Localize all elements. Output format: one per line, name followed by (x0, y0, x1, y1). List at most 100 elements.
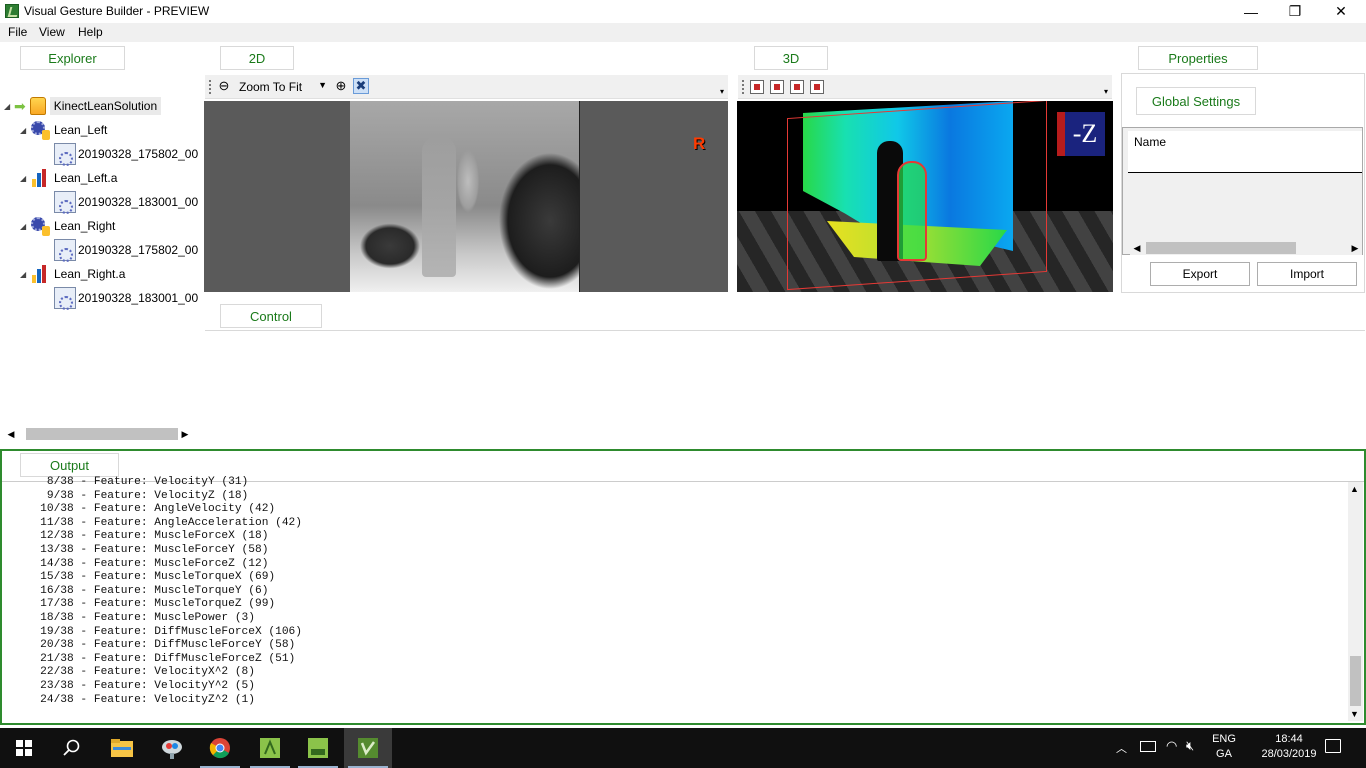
toolbar-overflow-icon[interactable]: ▾ (720, 87, 724, 96)
minimize-button[interactable]: — (1228, 0, 1274, 23)
language-label: ENG (1212, 733, 1236, 745)
global-settings-button[interactable]: Global Settings (1136, 87, 1256, 115)
scroll-thumb[interactable] (26, 428, 178, 440)
expand-icon[interactable]: ◢ (20, 270, 30, 279)
expand-icon[interactable]: ◢ (20, 222, 30, 231)
fit-to-window-icon[interactable]: ✖ (353, 78, 369, 94)
language-indicator[interactable]: ENG GA (1206, 733, 1242, 760)
gesture-tool-icon[interactable] (246, 728, 294, 768)
menu-view[interactable]: View (39, 25, 65, 39)
axis-cube[interactable]: -Z (1057, 112, 1105, 156)
output-line: 21/38 - Feature: DiffMuscleForceZ (51) (20, 652, 296, 665)
close-button[interactable]: ✕ (1318, 0, 1364, 23)
start-icon[interactable] (0, 728, 48, 768)
scroll-left-icon[interactable]: ◀ (1130, 243, 1144, 254)
tree-node-project[interactable]: ◢ Lean_Right (0, 214, 200, 238)
side-view-icon[interactable] (790, 80, 804, 94)
toolbar-grip-icon[interactable] (742, 80, 745, 94)
property-grid-header: Name (1128, 131, 1362, 153)
window-title: Visual Gesture Builder - PREVIEW (24, 4, 210, 18)
visual-gesture-builder-icon[interactable] (344, 728, 392, 768)
tree-node-project[interactable]: ◢ Lean_Left.a (0, 166, 200, 190)
scroll-left-icon[interactable]: ◀ (4, 429, 18, 440)
tree-node-project[interactable]: ◢ Lean_Left (0, 118, 200, 142)
expand-icon[interactable]: ◢ (4, 102, 14, 111)
view-3d-canvas[interactable]: -Z (737, 101, 1113, 292)
output-line: 14/38 - Feature: MuscleForceZ (12) (20, 557, 269, 570)
expand-icon[interactable]: ◢ (20, 126, 30, 135)
camera-frustum (787, 101, 1047, 291)
tab-output[interactable]: Output (20, 453, 119, 477)
explorer-hscrollbar[interactable]: ◀ ▶ (4, 427, 194, 441)
output-line: 17/38 - Feature: MuscleTorqueZ (99) (20, 598, 276, 611)
file-explorer-icon[interactable] (98, 728, 146, 768)
volume-muted-icon[interactable]: 🔇︎ (1186, 738, 1194, 754)
tab-control[interactable]: Control (220, 304, 322, 328)
output-line: 10/38 - Feature: AngleVelocity (42) (20, 503, 276, 516)
scroll-right-icon[interactable]: ▶ (178, 429, 192, 440)
scroll-right-icon[interactable]: ▶ (1348, 243, 1362, 254)
tree-node-clip[interactable]: 20190328_175802_00 (0, 238, 200, 262)
restore-button[interactable]: ❐ (1272, 0, 1318, 23)
tab-properties[interactable]: Properties (1138, 46, 1258, 70)
analysis-project-icon (30, 168, 50, 188)
tree-node-clip[interactable]: 20190328_183001_00 (0, 190, 200, 214)
menu-file[interactable]: File (8, 25, 27, 39)
gesture-builder-icon[interactable] (294, 728, 342, 768)
tree-node-clip[interactable]: 20190328_183001_00 (0, 286, 200, 310)
output-line: 16/38 - Feature: MuscleTorqueY (6) (20, 584, 269, 597)
menu-help[interactable]: Help (78, 25, 103, 39)
battery-icon[interactable] (1140, 741, 1156, 752)
image-divider (579, 101, 580, 292)
expand-icon[interactable]: ◢ (20, 174, 30, 183)
notifications-icon[interactable] (1325, 739, 1341, 753)
tab-2d[interactable]: 2D (220, 46, 294, 70)
top-view-icon[interactable] (810, 80, 824, 94)
properties-hscrollbar[interactable]: ◀ ▶ (1130, 241, 1362, 255)
tree-node-clip[interactable]: 20190328_175802_00 (0, 142, 200, 166)
clip-icon (54, 191, 76, 214)
chevron-up-icon[interactable]: ︿ (1116, 740, 1127, 756)
toolbar-grip-icon[interactable] (209, 80, 212, 94)
scroll-down-icon[interactable]: ▼ (1350, 709, 1359, 719)
tab-explorer[interactable]: Explorer (20, 46, 125, 70)
toolbar-2d: ⊖ Zoom To Fit ▼ ⊕ ✖ ▾ (205, 75, 728, 99)
solution-label: KinectLeanSolution (49, 97, 162, 115)
tree-node-solution[interactable]: ◢ ➡ KinectLeanSolution (0, 94, 200, 118)
output-line: 23/38 - Feature: VelocityY^2 (5) (20, 679, 255, 692)
chevron-down-icon: ▼ (318, 80, 327, 90)
startup-arrow-icon: ➡ (14, 97, 26, 114)
import-button[interactable]: Import (1257, 262, 1357, 286)
clock[interactable]: 18:44 28/03/2019 (1254, 733, 1324, 760)
clip-label: 20190328_175802_00 (78, 243, 199, 257)
chrome-icon[interactable] (196, 728, 244, 768)
zoom-out-icon[interactable]: ⊖ (216, 78, 232, 94)
infrared-person (422, 137, 456, 277)
property-grid-row[interactable] (1128, 153, 1362, 173)
kinect-studio-icon[interactable] (148, 728, 196, 768)
scroll-thumb[interactable] (1350, 656, 1361, 706)
gesture-project-icon (30, 216, 50, 236)
tree-node-project[interactable]: ◢ Lean_Right.a (0, 262, 200, 286)
app-icon (5, 4, 19, 18)
zoom-select[interactable]: Zoom To Fit ▼ (239, 80, 327, 96)
control-divider (205, 330, 1365, 331)
wifi-icon[interactable]: ◠ (1166, 738, 1177, 754)
scroll-up-icon[interactable]: ▲ (1350, 484, 1359, 494)
output-log[interactable]: 8/38 - Feature: VelocityY (31) 9/38 - Fe… (20, 476, 1340, 714)
scroll-thumb[interactable] (1146, 242, 1296, 254)
view-2d-canvas[interactable]: R (204, 101, 728, 292)
clip-label: 20190328_183001_00 (78, 195, 199, 209)
home-view-icon[interactable] (750, 80, 764, 94)
toolbar-overflow-icon[interactable]: ▾ (1104, 87, 1108, 96)
zoom-in-icon[interactable]: ⊕ (333, 78, 349, 94)
output-line: 24/38 - Feature: VelocityZ^2 (1) (20, 693, 255, 706)
camera-view-icon[interactable] (770, 80, 784, 94)
export-button[interactable]: Export (1150, 262, 1250, 286)
zoom-select-value: Zoom To Fit (239, 80, 303, 94)
output-line: 20/38 - Feature: DiffMuscleForceY (58) (20, 639, 296, 652)
search-icon[interactable] (48, 728, 96, 768)
output-line: 15/38 - Feature: MuscleTorqueX (69) (20, 571, 276, 584)
tab-3d[interactable]: 3D (754, 46, 828, 70)
project-label: Lean_Right (54, 219, 116, 233)
